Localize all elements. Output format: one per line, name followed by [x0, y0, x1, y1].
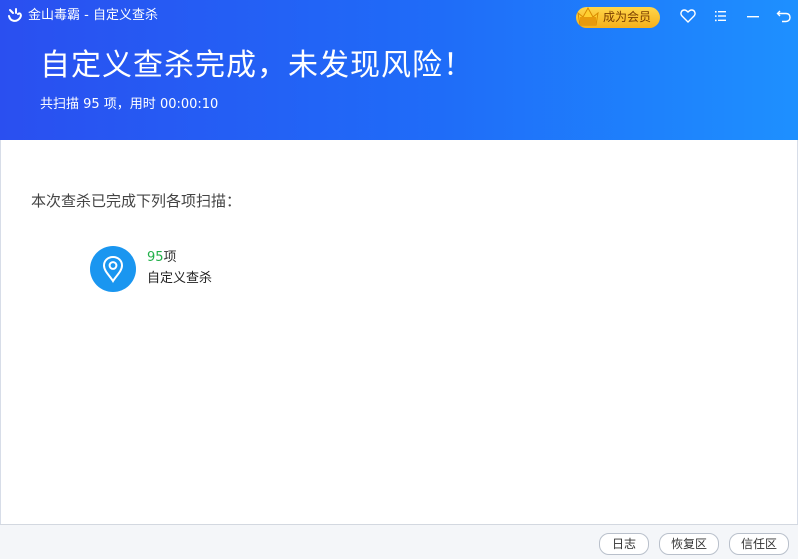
app-logo-icon: [8, 8, 22, 22]
log-button[interactable]: 日志: [599, 533, 649, 555]
scan-item-icon-circle: [90, 246, 136, 292]
location-pin-icon: [102, 255, 124, 283]
scan-item-name: 自定义查杀: [147, 271, 213, 286]
scan-stats: 共扫描 95 项，用时 00:00:10: [40, 97, 219, 112]
favorite-heart-icon[interactable]: [680, 8, 696, 24]
window-title: 金山毒霸 - 自定义查杀: [28, 8, 158, 23]
scan-item-count-unit: 项: [163, 250, 177, 265]
footer-bar: 日志 恢复区 信任区: [0, 524, 798, 559]
header-banner: 金山毒霸 - 自定义查杀 成为会员 自定义查杀完成，未发现风险！ 共扫描 95 …: [0, 0, 798, 140]
main-content: 本次查杀已完成下列各项扫描： 95项 自定义查杀: [0, 140, 798, 524]
minimize-icon[interactable]: [745, 8, 761, 24]
vip-crown-icon: [577, 6, 599, 26]
scan-item-count: 95项: [147, 250, 177, 266]
scan-item-count-number: 95: [147, 250, 164, 265]
restore-area-button[interactable]: 恢复区: [659, 533, 719, 555]
trust-area-button[interactable]: 信任区: [729, 533, 789, 555]
menu-icon[interactable]: [712, 8, 728, 24]
scan-result-headline: 自定义查杀完成，未发现风险！: [40, 48, 474, 83]
title-bar: 金山毒霸 - 自定义查杀 成为会员: [0, 0, 798, 32]
become-member-label: 成为会员: [603, 10, 652, 24]
scan-item-custom: 95项 自定义查杀: [90, 246, 350, 294]
become-member-button[interactable]: 成为会员: [576, 6, 660, 28]
back-icon[interactable]: [776, 8, 792, 24]
section-label: 本次查杀已完成下列各项扫描：: [31, 192, 242, 210]
